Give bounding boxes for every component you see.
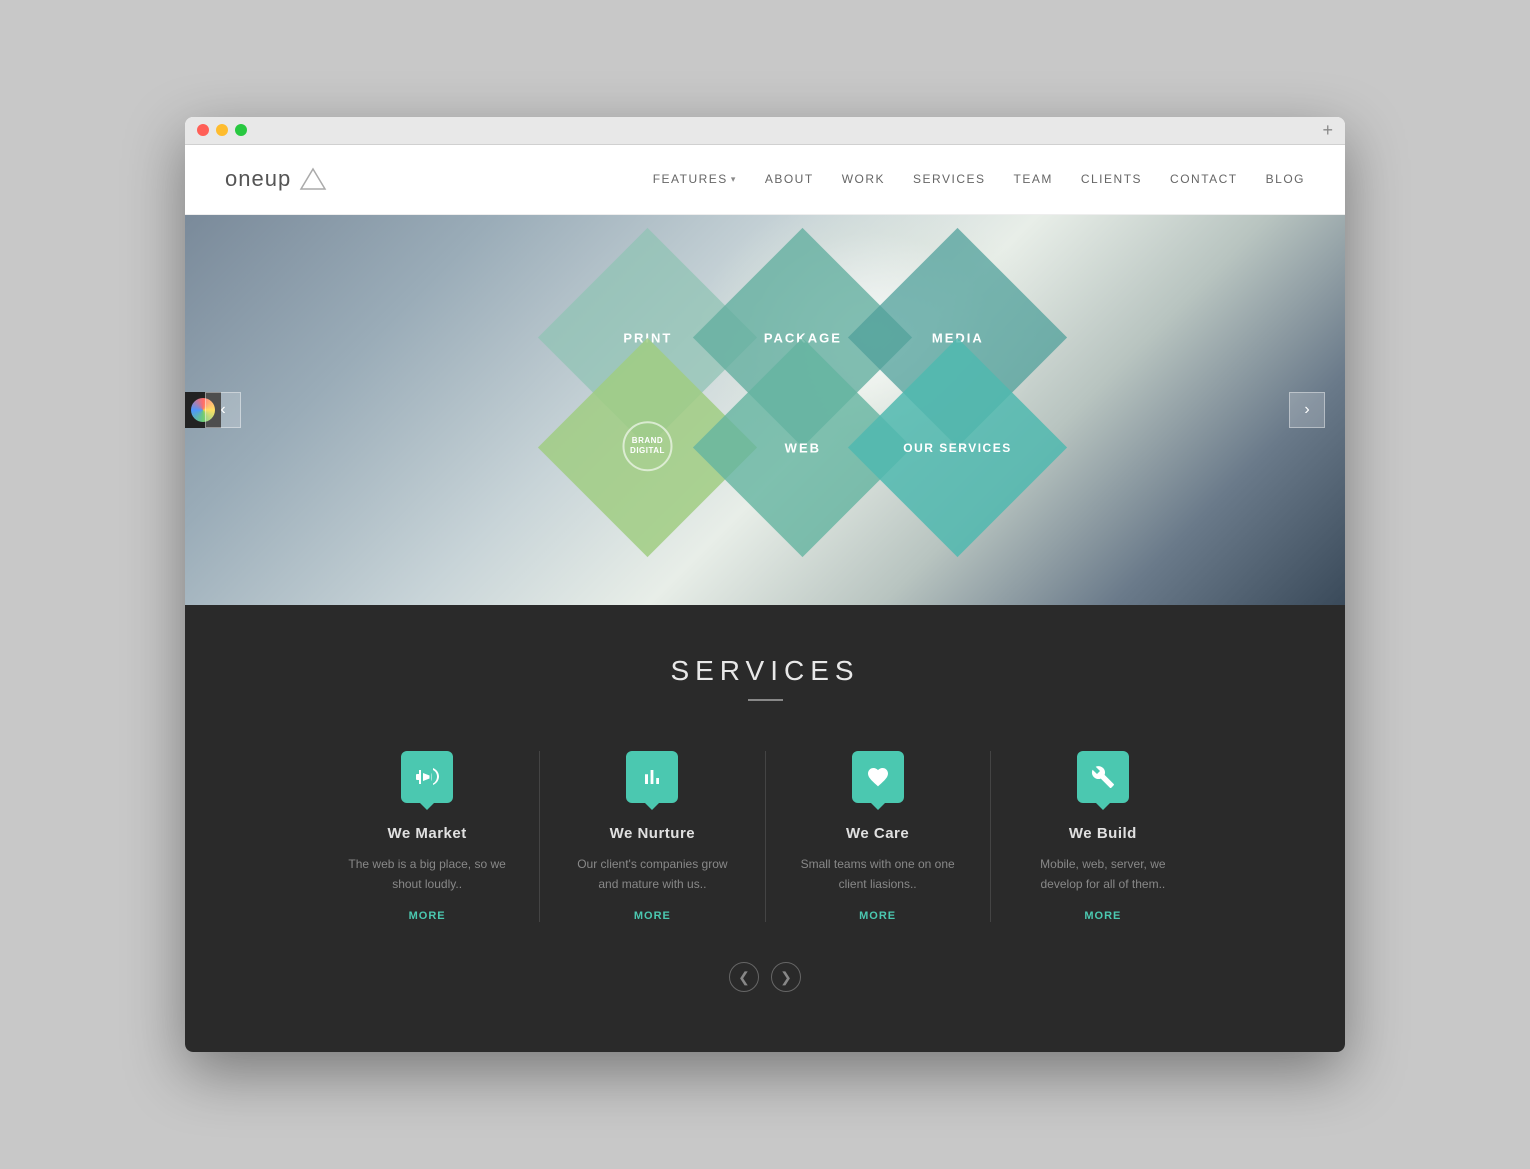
nav-item-work[interactable]: WORK <box>842 172 885 186</box>
mac-window-buttons <box>197 124 247 136</box>
features-dropdown-arrow: ▾ <box>731 174 737 185</box>
mac-maximize-button[interactable] <box>235 124 247 136</box>
service-more-build[interactable]: MORE <box>1021 910 1185 922</box>
nav-item-features[interactable]: FEATURES ▾ <box>653 172 737 186</box>
service-item-build: We Build Mobile, web, server, we develop… <box>991 751 1215 923</box>
services-next-button[interactable]: ❯ <box>771 962 801 992</box>
service-icon-megaphone <box>401 751 453 803</box>
nav-item-about[interactable]: ABOUT <box>765 172 814 186</box>
logo[interactable]: oneup <box>225 166 327 192</box>
service-name-care: We Care <box>796 825 960 842</box>
mac-titlebar: + <box>185 117 1345 145</box>
website-content: oneup FEATURES ▾ ABOUT WORK SERVICES TEA… <box>185 145 1345 1053</box>
mac-close-button[interactable] <box>197 124 209 136</box>
services-title: SERVICES <box>225 655 1305 687</box>
service-icon-heart <box>852 751 904 803</box>
diamond-grid: PRINT PACKAGE MEDIA <box>485 250 1045 570</box>
nav-item-clients[interactable]: CLIENTS <box>1081 172 1142 186</box>
service-more-market[interactable]: MORE <box>345 910 509 922</box>
heart-icon <box>866 765 890 789</box>
service-desc-nurture: Our client's companies grow and mature w… <box>570 854 734 895</box>
service-name-build: We Build <box>1021 825 1185 842</box>
carousel-prev-button[interactable]: ‹ <box>205 392 241 428</box>
service-desc-build: Mobile, web, server, we develop for all … <box>1021 854 1185 895</box>
service-icon-chart <box>626 751 678 803</box>
services-carousel-nav: ❮ ❯ <box>225 962 1305 992</box>
service-item-nurture: We Nurture Our client's companies grow a… <box>540 751 765 923</box>
diamond-services-label: OUR SERVICES <box>888 440 1028 454</box>
site-header: oneup FEATURES ▾ ABOUT WORK SERVICES TEA… <box>185 145 1345 215</box>
service-desc-care: Small teams with one on one client liasi… <box>796 854 960 895</box>
nav-item-contact[interactable]: CONTACT <box>1170 172 1238 186</box>
brand-circle: BRANDDIGITAL <box>623 420 673 470</box>
wrench-icon <box>1091 765 1115 789</box>
service-name-market: We Market <box>345 825 509 842</box>
service-item-market: We Market The web is a big place, so we … <box>315 751 540 923</box>
services-grid: We Market The web is a big place, so we … <box>315 751 1215 923</box>
service-name-nurture: We Nurture <box>570 825 734 842</box>
service-more-nurture[interactable]: MORE <box>570 910 734 922</box>
hero-section: ‹ › PRINT PACKAGE <box>185 215 1345 605</box>
service-item-care: We Care Small teams with one on one clie… <box>766 751 991 923</box>
megaphone-icon <box>415 765 439 789</box>
service-icon-wrench <box>1077 751 1129 803</box>
site-nav: FEATURES ▾ ABOUT WORK SERVICES TEAM CLIE… <box>653 172 1305 186</box>
services-section: SERVICES We Market The web is a big plac… <box>185 605 1345 1053</box>
nav-item-services[interactable]: SERVICES <box>913 172 985 186</box>
service-more-care[interactable]: MORE <box>796 910 960 922</box>
logo-triangle-icon <box>299 167 327 191</box>
services-prev-button[interactable]: ❮ <box>729 962 759 992</box>
mac-new-tab-button[interactable]: + <box>1322 121 1333 139</box>
mac-minimize-button[interactable] <box>216 124 228 136</box>
services-divider <box>748 699 783 701</box>
nav-item-team[interactable]: TEAM <box>1014 172 1053 186</box>
nav-item-blog[interactable]: BLOG <box>1266 172 1305 186</box>
mac-window: + oneup FEATURES ▾ ABOUT WORK SERVICES T… <box>185 117 1345 1053</box>
logo-text: oneup <box>225 166 291 192</box>
service-desc-market: The web is a big place, so we shout loud… <box>345 854 509 895</box>
chart-icon <box>640 765 664 789</box>
carousel-next-button[interactable]: › <box>1289 392 1325 428</box>
